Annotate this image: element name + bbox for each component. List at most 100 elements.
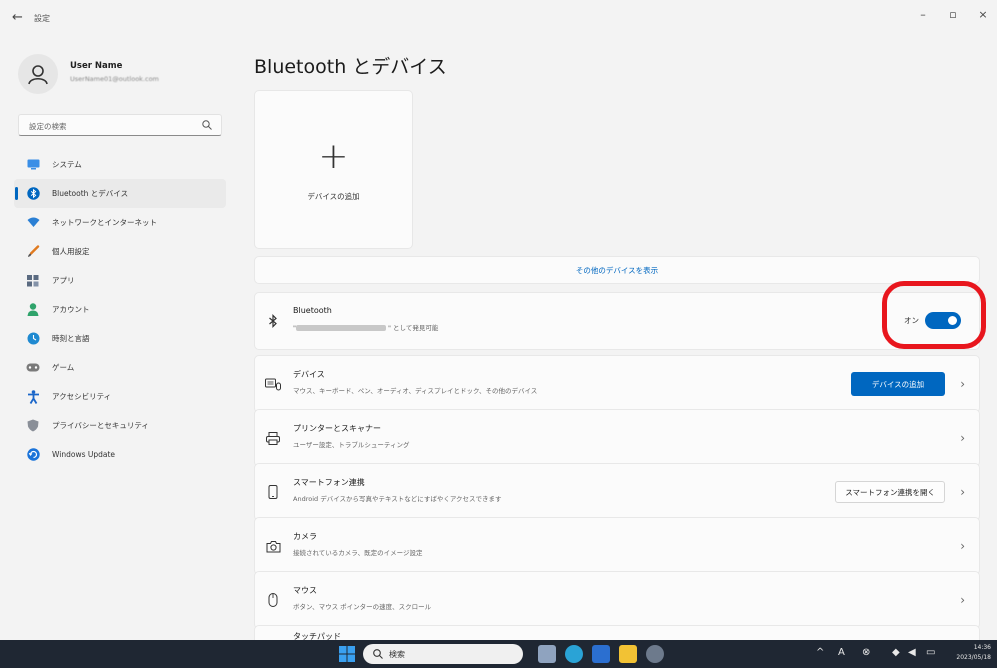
sidebar-item-label: アプリ <box>52 276 75 285</box>
ime-mode-icon[interactable]: ⊗ <box>862 647 870 658</box>
sidebar-item-apps[interactable]: アプリ <box>14 266 226 295</box>
volume-icon[interactable]: ◀ <box>908 647 916 658</box>
taskbar-search[interactable]: 検索 <box>363 644 523 664</box>
back-arrow-icon[interactable]: ← <box>12 10 23 25</box>
close-button[interactable]: × <box>975 8 991 21</box>
show-more-devices-button[interactable]: その他のデバイスを表示 <box>254 256 980 284</box>
add-device-button[interactable]: デバイスの追加 <box>851 372 945 396</box>
printer-icon <box>265 430 281 446</box>
search-icon <box>373 649 383 659</box>
clock-date: 2023/05/18 <box>956 654 991 661</box>
sidebar-item-personalization[interactable]: 個人用設定 <box>14 237 226 266</box>
taskbar-clock[interactable]: 14:36 2023/05/18 <box>956 643 991 663</box>
sidebar-item-label: 個人用設定 <box>52 247 90 256</box>
devices-title: デバイス <box>293 370 325 379</box>
battery-icon[interactable]: ▭ <box>926 647 935 658</box>
camera-subtitle: 接続されているカメラ、既定のイメージ設定 <box>293 549 423 557</box>
mouse-title: マウス <box>293 586 317 595</box>
app-title: 設定 <box>34 14 50 23</box>
add-device-card[interactable]: + デバイスの追加 <box>254 90 413 249</box>
search-icon <box>202 120 212 130</box>
wifi-icon[interactable]: ◆ <box>892 647 900 658</box>
edge-browser-icon[interactable] <box>565 645 583 663</box>
sidebar-item-time-language[interactable]: 時刻と言語 <box>14 324 226 353</box>
apps-icon <box>26 274 40 288</box>
settings-window: ← 設定 – ▫ × User Name UserName01@outlook.… <box>0 0 997 640</box>
sidebar-item-network[interactable]: ネットワークとインターネット <box>14 208 226 237</box>
minimize-button[interactable]: – <box>915 8 931 21</box>
user-profile[interactable]: User Name UserName01@outlook.com <box>18 54 228 94</box>
chevron-right-icon[interactable]: › <box>960 539 965 553</box>
add-device-card-label: デバイスの追加 <box>307 192 360 201</box>
sidebar-item-label: 時刻と言語 <box>52 334 90 343</box>
sidebar-item-label: Bluetooth とデバイス <box>52 189 129 198</box>
sidebar-item-gaming[interactable]: ゲーム <box>14 353 226 382</box>
printers-row[interactable]: プリンターとスキャナー ユーザー設定、トラブルシューティング › <box>254 409 980 467</box>
ime-indicator-icon[interactable]: A <box>838 647 845 658</box>
avatar <box>18 54 58 94</box>
mouse-icon <box>265 592 281 608</box>
accessibility-icon <box>26 389 40 404</box>
devices-subtitle: マウス、キーボード、ペン、オーディオ、ディスプレイとドック、その他のデバイス <box>293 387 538 395</box>
bluetooth-icon <box>26 187 40 201</box>
bluetooth-icon <box>265 313 281 329</box>
globe-clock-icon <box>26 332 40 346</box>
chevron-right-icon[interactable]: › <box>960 431 965 445</box>
sidebar-item-bluetooth[interactable]: Bluetooth とデバイス <box>14 179 226 208</box>
windows-logo-icon <box>339 646 355 662</box>
sidebar-nav: システム Bluetooth とデバイス ネットワークとインターネット 個人用設… <box>14 150 226 469</box>
chevron-right-icon[interactable]: › <box>960 377 965 391</box>
search-placeholder: 設定の検索 <box>29 122 67 131</box>
camera-title: カメラ <box>293 532 317 541</box>
person-icon <box>28 65 48 85</box>
phone-link-subtitle: Android デバイスから写真やテキストなどにすばやくアクセスできます <box>293 495 502 503</box>
person-icon <box>26 303 40 317</box>
sidebar-item-system[interactable]: システム <box>14 150 226 179</box>
wifi-icon <box>26 216 40 230</box>
printers-subtitle: ユーザー設定、トラブルシューティング <box>293 441 410 449</box>
phone-icon <box>265 484 281 500</box>
chevron-up-icon[interactable]: ^ <box>816 647 824 658</box>
brush-icon <box>26 245 40 259</box>
devices-row[interactable]: デバイス マウス、キーボード、ペン、オーディオ、ディスプレイとドック、その他のデ… <box>254 355 980 413</box>
user-name: User Name <box>70 61 123 71</box>
settings-gear-icon[interactable] <box>646 645 664 663</box>
touchpad-row[interactable]: タッチパッド <box>254 625 980 640</box>
update-icon <box>26 448 40 462</box>
display-icon <box>26 158 40 172</box>
title-bar: ← 設定 – ▫ × <box>0 0 997 34</box>
mouse-row[interactable]: マウス ボタン、マウス ポインターの速度、スクロール › <box>254 571 980 629</box>
file-explorer-icon[interactable] <box>619 645 637 663</box>
gamepad-icon <box>26 361 40 375</box>
clock-time: 14:36 <box>973 644 991 651</box>
bluetooth-title: Bluetooth <box>293 306 332 315</box>
bluetooth-row: Bluetooth " " として発見可能 オン <box>254 292 980 350</box>
mouse-subtitle: ボタン、マウス ポインターの速度、スクロール <box>293 603 432 611</box>
camera-icon <box>265 538 281 554</box>
sidebar-item-label: システム <box>52 160 82 169</box>
sidebar-item-label: プライバシーとセキュリティ <box>52 421 149 430</box>
sidebar-item-label: アクセシビリティ <box>52 392 112 401</box>
bluetooth-toggle[interactable] <box>925 312 961 329</box>
sidebar-item-label: アカウント <box>52 305 90 314</box>
maximize-button[interactable]: ▫ <box>945 8 961 21</box>
sidebar-item-label: ゲーム <box>52 363 75 372</box>
sidebar-item-label: ネットワークとインターネット <box>52 218 157 227</box>
task-view-icon[interactable] <box>538 645 556 663</box>
shield-icon <box>26 419 40 433</box>
user-email: UserName01@outlook.com <box>70 75 159 83</box>
sidebar-item-windows-update[interactable]: Windows Update <box>14 440 226 469</box>
show-more-devices-label: その他のデバイスを表示 <box>575 266 659 275</box>
camera-row[interactable]: カメラ 接続されているカメラ、既定のイメージ設定 › <box>254 517 980 575</box>
phone-link-row[interactable]: スマートフォン連携 Android デバイスから写真やテキストなどにすばやくアク… <box>254 463 980 521</box>
sidebar-item-privacy-security[interactable]: プライバシーとセキュリティ <box>14 411 226 440</box>
start-button[interactable] <box>338 645 356 663</box>
chevron-right-icon[interactable]: › <box>960 593 965 607</box>
store-icon[interactable] <box>592 645 610 663</box>
sidebar-item-accessibility[interactable]: アクセシビリティ <box>14 382 226 411</box>
settings-search-input[interactable]: 設定の検索 <box>18 114 222 136</box>
sidebar-item-accounts[interactable]: アカウント <box>14 295 226 324</box>
device-name-redacted <box>296 325 386 331</box>
open-phone-link-button[interactable]: スマートフォン連携を開く <box>835 481 945 503</box>
chevron-right-icon[interactable]: › <box>960 485 965 499</box>
